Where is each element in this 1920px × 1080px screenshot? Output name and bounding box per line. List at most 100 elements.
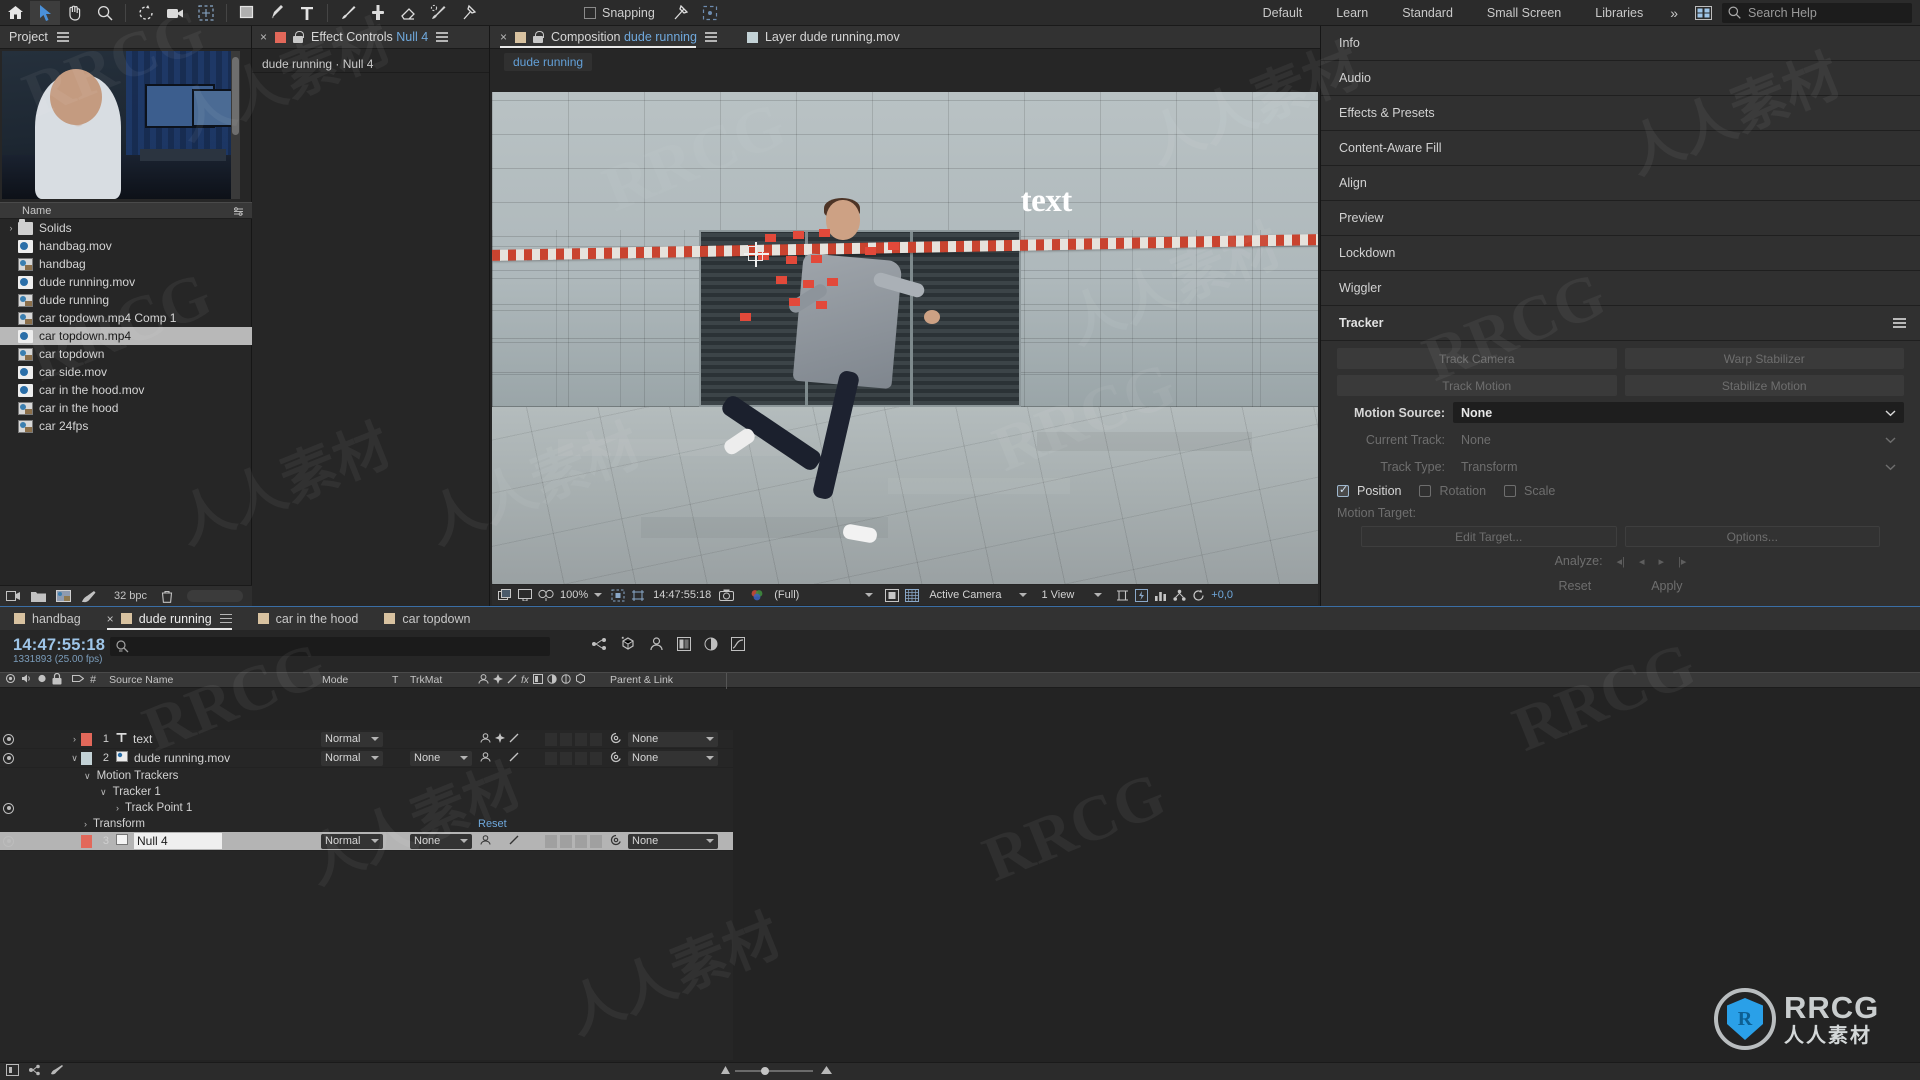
collapse-switch-icon[interactable] <box>495 733 505 746</box>
transparency-grid-icon[interactable] <box>885 589 899 602</box>
current-timecode[interactable]: 14:47:55:18 <box>0 630 105 655</box>
reset-button[interactable]: Reset <box>1559 579 1592 593</box>
project-item-5[interactable]: car topdown.mp4 Comp 1 <box>0 309 252 327</box>
motion-source-dropdown[interactable]: None <box>1453 402 1904 423</box>
layer-twisty[interactable]: › <box>68 734 81 744</box>
trkmat-header[interactable]: TrkMat <box>410 674 442 686</box>
video-toggle[interactable] <box>0 836 17 847</box>
enable-motion-blur-icon[interactable] <box>704 637 718 654</box>
rotation-checkbox[interactable] <box>1419 485 1431 497</box>
reset-exposure-icon[interactable] <box>1192 589 1205 602</box>
timeline-graph-icon[interactable] <box>1154 589 1167 602</box>
shape-tool-icon[interactable] <box>232 1 262 25</box>
layer-twisty[interactable]: › <box>68 836 81 846</box>
thumbnail-scrollbar[interactable] <box>231 51 240 199</box>
graph-editor-icon[interactable] <box>731 637 745 654</box>
stabilize-motion-button[interactable]: Stabilize Motion <box>1625 375 1905 396</box>
timeline-tab-close-icon[interactable]: × <box>107 612 114 626</box>
timeline-tab-2[interactable]: car in the hood <box>258 607 359 630</box>
shy-switch-icon[interactable] <box>480 733 491 746</box>
project-item-2[interactable]: handbag <box>0 255 252 273</box>
search-help-field[interactable]: Search Help <box>1722 3 1912 23</box>
project-panel-menu-icon[interactable] <box>57 30 69 45</box>
always-preview-this-view-icon[interactable] <box>498 589 512 601</box>
track-point-crosshair[interactable] <box>748 246 763 261</box>
sidebar-panel-align[interactable]: Align <box>1321 166 1920 201</box>
layer-mode-dropdown[interactable]: Normal <box>321 732 383 747</box>
camera-tool-icon[interactable] <box>161 1 191 25</box>
property-twisty[interactable]: › <box>84 819 87 829</box>
project-item-3[interactable]: dude running.mov <box>0 273 252 291</box>
viewer-timecode[interactable]: 14:47:55:18 <box>653 589 711 601</box>
composition-mini-flowchart-icon[interactable] <box>591 637 607 654</box>
layer-source-name-cell[interactable]: Null 4 <box>109 833 222 849</box>
breadcrumb-item-comp[interactable]: dude running <box>504 53 592 71</box>
analyze-backward-icon[interactable]: ◂ <box>1639 555 1645 568</box>
composition-viewer[interactable]: text <box>492 92 1318 584</box>
timeline-tab-menu-icon[interactable] <box>220 611 232 626</box>
layer-mode-dropdown[interactable]: Normal <box>321 751 383 766</box>
rotation-tool-icon[interactable] <box>131 1 161 25</box>
quality-switch-icon[interactable] <box>509 733 519 746</box>
puppet-pin-tool-icon[interactable] <box>453 1 483 25</box>
timeline-zoom-slider[interactable] <box>735 1066 813 1076</box>
project-item-8[interactable]: car side.mov <box>0 363 252 381</box>
project-tab-label[interactable]: Project <box>9 30 48 44</box>
eye-icon[interactable] <box>3 753 14 764</box>
layer-switches[interactable] <box>480 835 602 848</box>
home-icon[interactable] <box>0 1 30 25</box>
layer-label-color[interactable] <box>81 733 92 746</box>
sidebar-panel-info[interactable]: Info <box>1321 26 1920 61</box>
track-type-dropdown[interactable]: Transform <box>1453 456 1904 477</box>
sidebar-panel-lockdown[interactable]: Lockdown <box>1321 236 1920 271</box>
effect-controls-tab-label[interactable]: Effect Controls Null 4 <box>311 30 428 44</box>
label-header-icon[interactable] <box>72 673 84 687</box>
shy-switch-header-icon[interactable] <box>478 674 489 687</box>
layer-source-name-cell[interactable]: dude running.mov <box>109 751 230 765</box>
show-channel-icon[interactable] <box>750 589 764 602</box>
lock-icon[interactable] <box>293 31 303 43</box>
project-item-9[interactable]: car in the hood.mov <box>0 381 252 399</box>
layer-trkmat-dropdown[interactable]: None <box>410 834 472 849</box>
property-row-3[interactable]: ›TransformReset <box>0 816 733 832</box>
clone-stamp-tool-icon[interactable] <box>363 1 393 25</box>
selection-tool-icon[interactable] <box>30 1 60 25</box>
chevron-down-icon[interactable] <box>371 756 379 760</box>
project-column-name[interactable]: Name <box>0 205 51 217</box>
project-item-7[interactable]: car topdown <box>0 345 252 363</box>
take-snapshot-icon[interactable] <box>719 589 734 601</box>
composition-menu-icon[interactable] <box>705 30 717 45</box>
video-toggle[interactable] <box>0 734 17 745</box>
hide-shy-layers-bottom-icon[interactable] <box>50 1063 64 1080</box>
project-item-11[interactable]: car 24fps <box>0 417 252 435</box>
project-column-settings-icon[interactable] <box>233 206 244 220</box>
views-dropdown-chevron-icon[interactable] <box>1094 593 1102 597</box>
property-twisty[interactable]: › <box>116 803 119 813</box>
project-item-10[interactable]: car in the hood <box>0 399 252 417</box>
lock-header-icon[interactable] <box>52 673 62 688</box>
snapping-checkbox[interactable] <box>584 7 596 19</box>
project-item-twisty[interactable]: › <box>4 223 18 233</box>
grid-guides-icon[interactable] <box>631 589 645 602</box>
reset-link[interactable]: Reset <box>478 818 507 830</box>
zoom-tool-icon[interactable] <box>90 1 120 25</box>
bit-depth-label[interactable]: 32 bpc <box>114 590 147 602</box>
scale-checkbox[interactable] <box>1504 485 1516 497</box>
quality-switch-icon[interactable] <box>509 835 519 848</box>
chevron-down-icon[interactable] <box>706 756 714 760</box>
3d-layer-switch-header-icon[interactable] <box>575 673 586 687</box>
project-item-0[interactable]: ›Solids <box>0 219 252 237</box>
project-item-4[interactable]: dude running <box>0 291 252 309</box>
project-item-list[interactable]: ›Solidshandbag.movhandbagdude running.mo… <box>0 219 252 604</box>
effect-controls-menu-icon[interactable] <box>436 30 448 45</box>
hide-shy-layers-icon[interactable] <box>649 637 664 654</box>
switch-cells[interactable] <box>545 733 602 746</box>
workspace-more-icon[interactable]: » <box>1660 5 1688 21</box>
analyze-forward-1-frame-icon[interactable]: |▸ <box>1678 555 1686 568</box>
fast-previews-icon[interactable] <box>1135 589 1148 602</box>
property-row-0[interactable]: ∨Motion Trackers <box>0 768 733 784</box>
sidebar-panel-effects-presets[interactable]: Effects & Presets <box>1321 96 1920 131</box>
frame-blend-switch-header-icon[interactable] <box>533 674 543 687</box>
t-header[interactable]: T <box>392 674 398 686</box>
layer-switches[interactable] <box>480 752 602 765</box>
